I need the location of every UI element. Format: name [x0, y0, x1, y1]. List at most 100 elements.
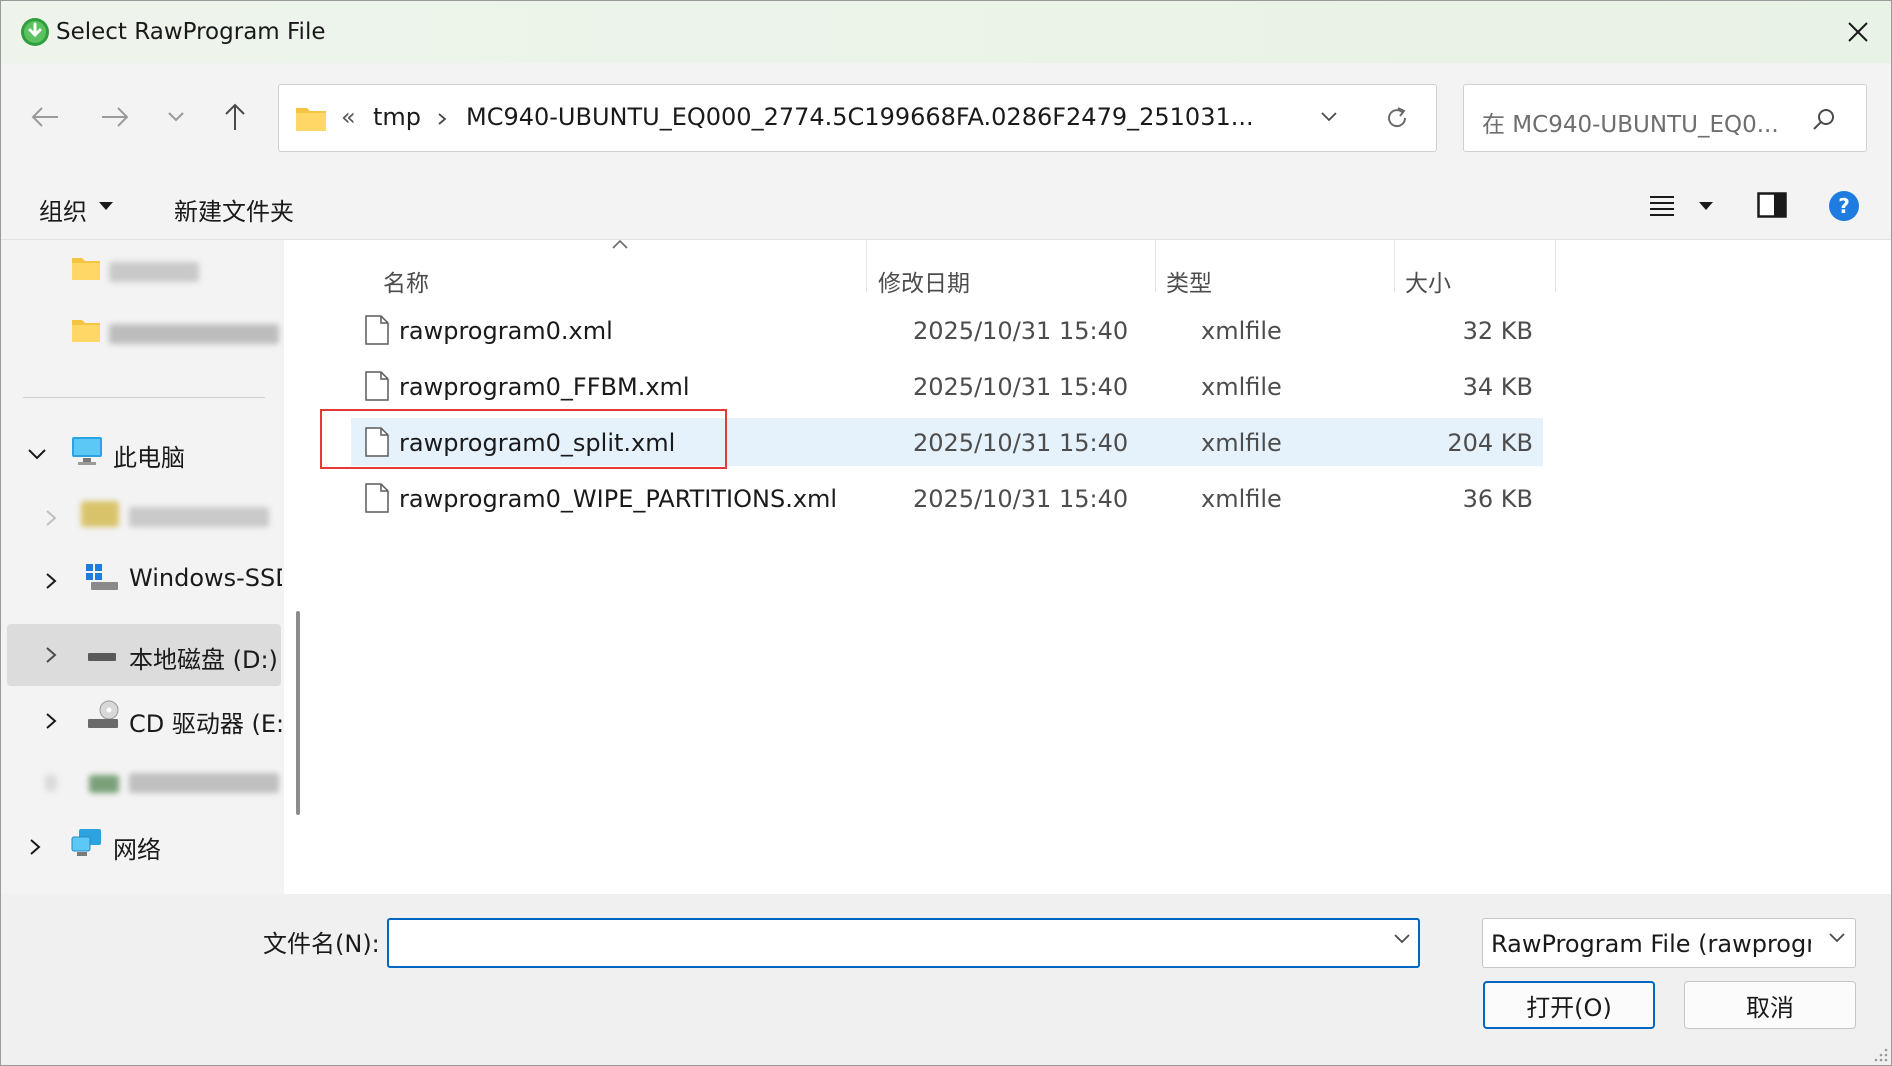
file-name: rawprogram0_FFBM.xml	[399, 373, 690, 401]
column-divider[interactable]	[1555, 240, 1556, 292]
redacted-label	[129, 507, 269, 527]
chevron-right-icon[interactable]	[45, 646, 57, 664]
file-size: 204 KB	[1447, 429, 1533, 457]
table-row[interactable]: rawprogram0_WIPE_PARTITIONS.xml 2025/10/…	[351, 474, 1543, 522]
file-date: 2025/10/31 15:40	[913, 429, 1129, 457]
file-size: 36 KB	[1462, 485, 1533, 513]
close-button[interactable]	[1823, 1, 1891, 63]
caret-down-icon[interactable]	[98, 201, 114, 211]
recent-locations-button[interactable]	[156, 97, 196, 137]
folder-icon	[72, 258, 100, 280]
nav-label-network: 网络	[113, 836, 161, 864]
file-size: 32 KB	[1462, 317, 1533, 345]
table-row[interactable]: rawprogram0_FFBM.xml 2025/10/31 15:40 xm…	[351, 362, 1543, 410]
nav-windows-ssd[interactable]: Windows-SSD	[1, 548, 284, 610]
navigation-pane: 此电脑 Windows-SSD 本地磁盘 (D:) CD 驱动器 (E:) 网络	[1, 240, 284, 894]
file-date: 2025/10/31 15:40	[913, 373, 1129, 401]
nav-item-redacted[interactable]	[1, 485, 284, 547]
arrow-up-icon	[225, 103, 245, 130]
command-bar: 组织 新建文件夹 ?	[1, 175, 1891, 240]
sort-ascending-icon	[612, 239, 628, 249]
window-title: Select RawProgram File	[56, 19, 326, 45]
file-icon	[365, 371, 389, 401]
back-button[interactable]	[25, 97, 65, 137]
resize-grip-icon[interactable]	[1873, 1047, 1889, 1063]
nav-network[interactable]: 网络	[1, 814, 284, 876]
arrow-left-icon	[31, 107, 58, 127]
file-type: xmlfile	[1201, 317, 1282, 345]
quick-access-item-redacted[interactable]	[1, 240, 284, 302]
quick-access-item-redacted[interactable]	[1, 302, 284, 364]
column-header-date[interactable]: 修改日期	[867, 252, 1155, 308]
redacted-label	[129, 773, 279, 793]
file-list: 名称 修改日期 类型 大小 rawprogram0.xml 2025/10/31…	[316, 239, 1891, 894]
file-icon	[365, 483, 389, 513]
chevron-down-icon	[168, 112, 184, 122]
breadcrumb-tmp[interactable]: tmp	[373, 103, 421, 131]
file-date: 2025/10/31 15:40	[913, 485, 1129, 513]
nav-scrollbar[interactable]	[296, 611, 300, 815]
new-folder-button[interactable]: 新建文件夹	[174, 192, 294, 227]
refresh-icon[interactable]	[1384, 105, 1410, 131]
svg-text:?: ?	[1838, 194, 1850, 218]
view-options-caret-icon[interactable]	[1698, 201, 1714, 211]
view-list-icon[interactable]	[1649, 194, 1675, 216]
chevron-down-icon[interactable]	[1392, 932, 1412, 946]
search-box[interactable]: 在 MC940-UBUNTU_EQ0...	[1463, 84, 1867, 152]
arrow-right-icon	[102, 107, 129, 127]
address-bar[interactable]: « tmp MC940-UBUNTU_EQ000_2774.5C199668FA…	[278, 84, 1437, 152]
file-type-filter-value: RawProgram File (rawprogram*.xml)	[1491, 930, 1811, 958]
nav-item-redacted[interactable]	[1, 751, 284, 813]
chevron-right-icon[interactable]	[45, 712, 57, 730]
nav-label-this-pc: 此电脑	[113, 444, 185, 472]
redacted-label	[109, 324, 279, 344]
help-icon[interactable]: ?	[1828, 190, 1860, 222]
address-dropdown-icon[interactable]	[1319, 110, 1339, 124]
file-type: xmlfile	[1201, 373, 1282, 401]
file-type-filter[interactable]: RawProgram File (rawprogram*.xml)	[1482, 918, 1856, 968]
column-label-size: 大小	[1405, 271, 1451, 297]
highlight-annotation	[320, 409, 727, 469]
title-bar: Select RawProgram File	[1, 1, 1891, 63]
filename-combobox[interactable]	[387, 918, 1420, 968]
nav-local-disk-d[interactable]: 本地磁盘 (D:)	[7, 624, 281, 686]
nav-separator	[23, 397, 265, 398]
file-name: rawprogram0_WIPE_PARTITIONS.xml	[399, 485, 838, 513]
table-row[interactable]: rawprogram0.xml 2025/10/31 15:40 xmlfile…	[351, 306, 1543, 354]
nav-this-pc[interactable]: 此电脑	[1, 422, 284, 484]
breadcrumb-overflow[interactable]: «	[341, 103, 356, 131]
redacted-label	[109, 262, 199, 282]
preview-pane-icon[interactable]	[1757, 192, 1787, 218]
chevron-right-icon[interactable]	[29, 838, 41, 856]
cd-drive-icon	[88, 700, 119, 728]
redacted-icon	[89, 775, 119, 793]
file-date: 2025/10/31 15:40	[913, 317, 1129, 345]
column-label-date: 修改日期	[878, 271, 970, 297]
column-header-type[interactable]: 类型	[1156, 252, 1394, 308]
file-open-dialog: Select RawProgram File « tmp MC940-UBUNT…	[0, 0, 1892, 1066]
breadcrumb-current-folder[interactable]: MC940-UBUNTU_EQ000_2774.5C199668FA.0286F…	[466, 103, 1254, 131]
chevron-right-icon[interactable]	[45, 509, 57, 527]
redacted-icon	[81, 501, 119, 527]
file-icon	[365, 315, 389, 345]
chevron-right-icon[interactable]	[45, 572, 57, 590]
filename-input[interactable]	[397, 926, 1361, 962]
up-button[interactable]	[215, 97, 255, 137]
cancel-button[interactable]: 取消	[1684, 981, 1856, 1029]
search-input[interactable]: 在 MC940-UBUNTU_EQ0...	[1482, 105, 1779, 139]
forward-button[interactable]	[95, 97, 135, 137]
nav-label-local-disk-d: 本地磁盘 (D:)	[129, 646, 278, 674]
column-header-size[interactable]: 大小	[1395, 252, 1555, 308]
nav-cd-drive[interactable]: CD 驱动器 (E:)	[1, 688, 284, 750]
open-button[interactable]: 打开(O)	[1483, 981, 1655, 1029]
chevron-down-icon[interactable]	[1827, 931, 1847, 945]
close-icon	[1848, 22, 1868, 42]
redacted-chevron	[45, 775, 57, 791]
computer-icon	[72, 437, 102, 465]
nav-label-cd-drive: CD 驱动器 (E:)	[129, 710, 282, 738]
network-icon	[71, 829, 101, 856]
chevron-down-icon[interactable]	[27, 448, 47, 460]
file-size: 34 KB	[1462, 373, 1533, 401]
organize-menu[interactable]: 组织	[39, 192, 87, 227]
column-header-name[interactable]: 名称	[316, 252, 866, 308]
